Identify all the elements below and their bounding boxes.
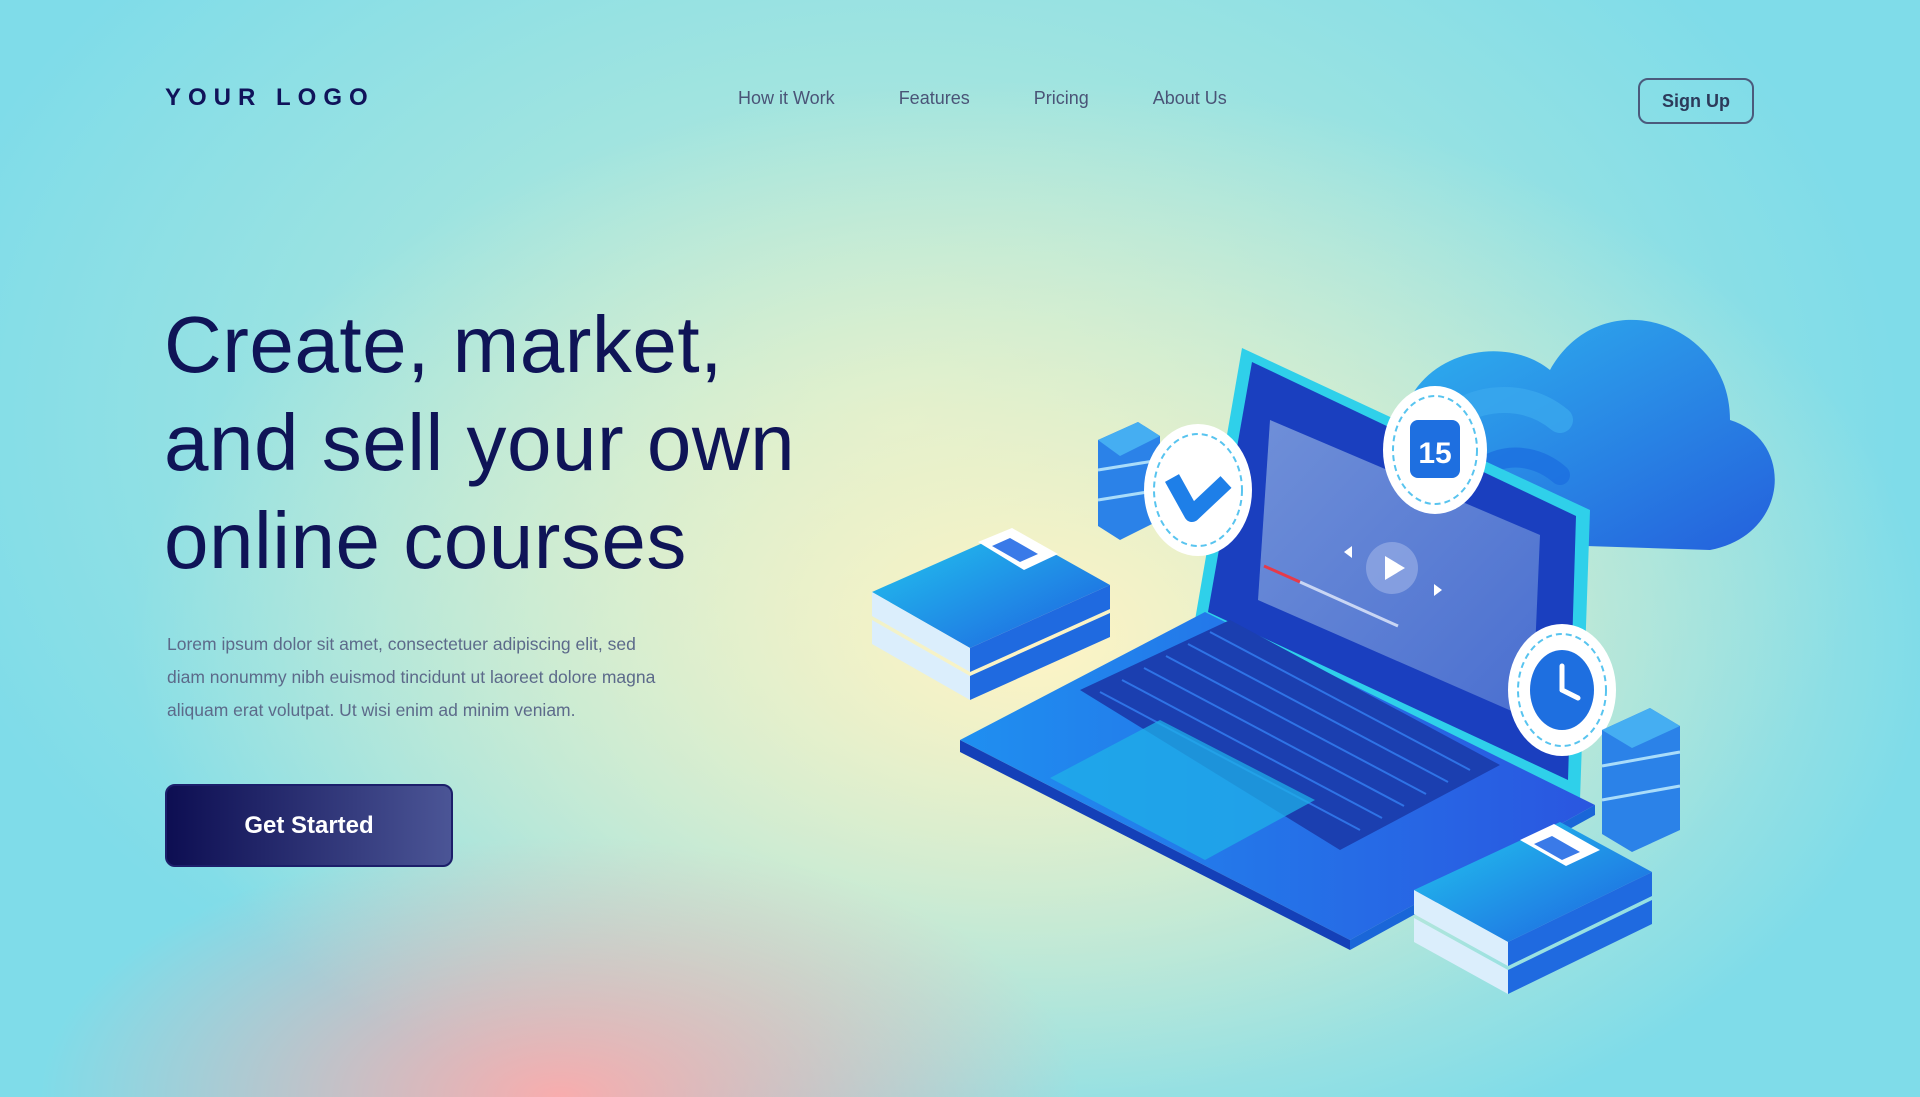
book-icon <box>872 528 1110 700</box>
nav-pricing[interactable]: Pricing <box>1034 88 1089 109</box>
description-line: diam nonummy nibh euismod tincidunt ut l… <box>167 667 656 687</box>
headline-line: online courses <box>164 496 687 585</box>
nav-how-it-work[interactable]: How it Work <box>738 88 835 109</box>
headline-line: and sell your own <box>164 398 796 487</box>
calendar-icon: 15 <box>1383 386 1487 514</box>
nav-about-us[interactable]: About Us <box>1153 88 1227 109</box>
hero-headline: Create, market, and sell your own online… <box>164 296 795 590</box>
calendar-day: 15 <box>1418 437 1451 470</box>
headline-line: Create, market, <box>164 300 723 389</box>
checkmark-icon <box>1144 424 1252 556</box>
online-course-illustration: 15 <box>872 319 1775 994</box>
hero-description: Lorem ipsum dolor sit amet, consectetuer… <box>167 628 767 727</box>
nav-features[interactable]: Features <box>899 88 970 109</box>
clock-icon <box>1508 624 1616 756</box>
description-line: Lorem ipsum dolor sit amet, consectetuer… <box>167 634 636 654</box>
description-line: aliquam erat volutpat. Ut wisi enim ad m… <box>167 700 576 720</box>
get-started-button[interactable]: Get Started <box>165 784 453 867</box>
server-icon <box>1601 708 1681 852</box>
logo[interactable]: YOUR LOGO <box>165 84 375 112</box>
main-nav: How it Work Features Pricing About Us <box>738 88 1227 109</box>
sign-up-button[interactable]: Sign Up <box>1638 78 1754 124</box>
